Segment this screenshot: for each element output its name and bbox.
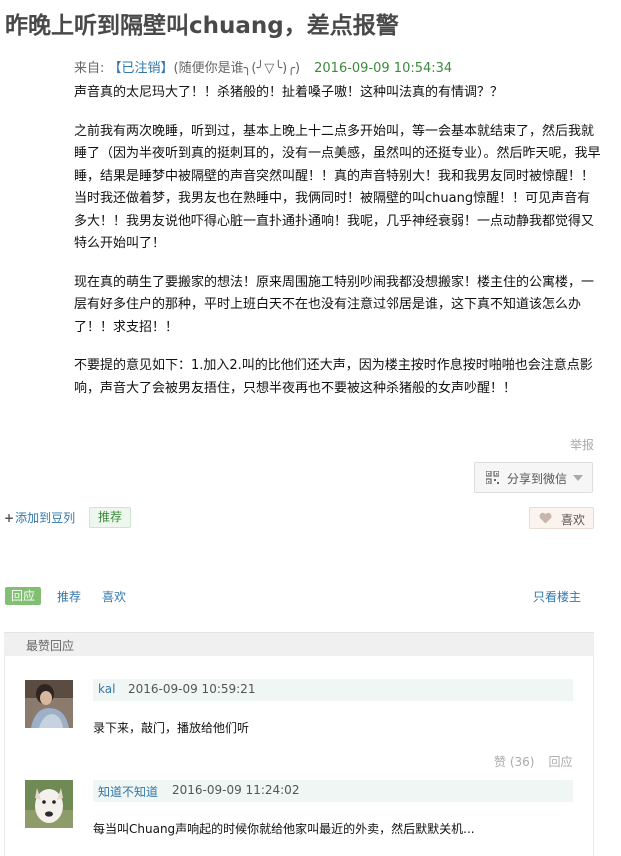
comment-header: 知道不知道 2016-09-09 11:24:02 xyxy=(93,780,573,802)
comment-text: 录下来，敲门，播放给他们听 xyxy=(93,721,250,735)
avatar-image xyxy=(25,680,73,728)
content-paragraph: 现在真的萌生了要搬家的想法！原来周围施工特别吵闹我都没想搬家！楼主住的公寓楼，一… xyxy=(74,274,595,335)
comment-like-count[interactable]: 赞 (36) xyxy=(494,755,534,769)
author-link[interactable]: 【已注销】 xyxy=(109,61,174,76)
post-time: 2016-09-09 10:54:34 xyxy=(314,61,453,76)
author-signature: (随便你是谁╮(╯▽╰)╭) xyxy=(173,61,301,76)
chevron-down-icon xyxy=(573,475,583,481)
share-label: 分享到微信 xyxy=(507,472,568,486)
like-label: 喜欢 xyxy=(561,513,586,527)
content-paragraph: 不要提的意见如下：1.加入2.叫的比他们还大声，因为楼主按时作息按时啪啪也会注意… xyxy=(74,358,593,396)
comment-time: 2016-09-09 11:24:02 xyxy=(172,783,300,797)
tab-recommend[interactable]: 推荐 xyxy=(57,588,81,605)
content-paragraph: 之前我有两次晚睡，听到过，基本上晚上十二点多开始叫，等一会基本就结束了，然后我就… xyxy=(74,123,601,252)
comment-header: kal 2016-09-09 10:59:21 xyxy=(93,679,573,701)
avatar[interactable] xyxy=(25,680,73,728)
plus-icon: + xyxy=(4,511,15,525)
heart-icon xyxy=(539,512,552,524)
comment-reply-link[interactable]: 回应 xyxy=(548,755,572,769)
qr-code-icon xyxy=(486,471,499,484)
comment-user[interactable]: kal xyxy=(98,682,115,696)
report-link[interactable]: 举报 xyxy=(570,436,594,453)
only-op-link[interactable]: 只看楼主 xyxy=(533,588,581,605)
best-replies-title: 最赞回应 xyxy=(26,639,75,653)
share-wechat-button[interactable]: 分享到微信 xyxy=(474,462,593,493)
avatar-image xyxy=(25,780,73,828)
like-button[interactable]: 喜欢 xyxy=(529,507,594,529)
avatar[interactable] xyxy=(25,780,73,828)
comment-actions: 赞 (36) 回应 xyxy=(494,753,572,770)
add-doulist-label: 添加到豆列 xyxy=(15,511,76,525)
recommend-button[interactable]: 推荐 xyxy=(89,507,132,528)
topic-meta: 来自: 【已注销】(随便你是谁╮(╯▽╰)╭) 2016-09-09 10:54:… xyxy=(74,57,452,76)
tab-like[interactable]: 喜欢 xyxy=(102,588,126,605)
add-to-doulist-link[interactable]: +添加到豆列 xyxy=(4,509,75,526)
best-replies-header: 最赞回应 xyxy=(4,632,594,656)
topic-content: 声音真的太尼玛大了！！杀猪般的！扯着嗓子嗷！这种叫法真的有情调？？ 之前我有两次… xyxy=(74,82,602,416)
content-paragraph: 声音真的太尼玛大了！！杀猪般的！扯着嗓子嗷！这种叫法真的有情调？？ xyxy=(74,85,504,100)
comment-user[interactable]: 知道不知道 xyxy=(98,783,158,800)
tab-reply[interactable]: 回应 xyxy=(5,587,42,605)
comment-time: 2016-09-09 10:59:21 xyxy=(128,682,256,696)
topic-title: 昨晚上听到隔壁叫chuang，差点报警 xyxy=(5,13,399,39)
comment-text: 每当叫Chuang声响起的时候你就给他家叫最近的外卖，然后默默关机... xyxy=(93,822,475,836)
from-label: 来自: xyxy=(74,61,109,76)
